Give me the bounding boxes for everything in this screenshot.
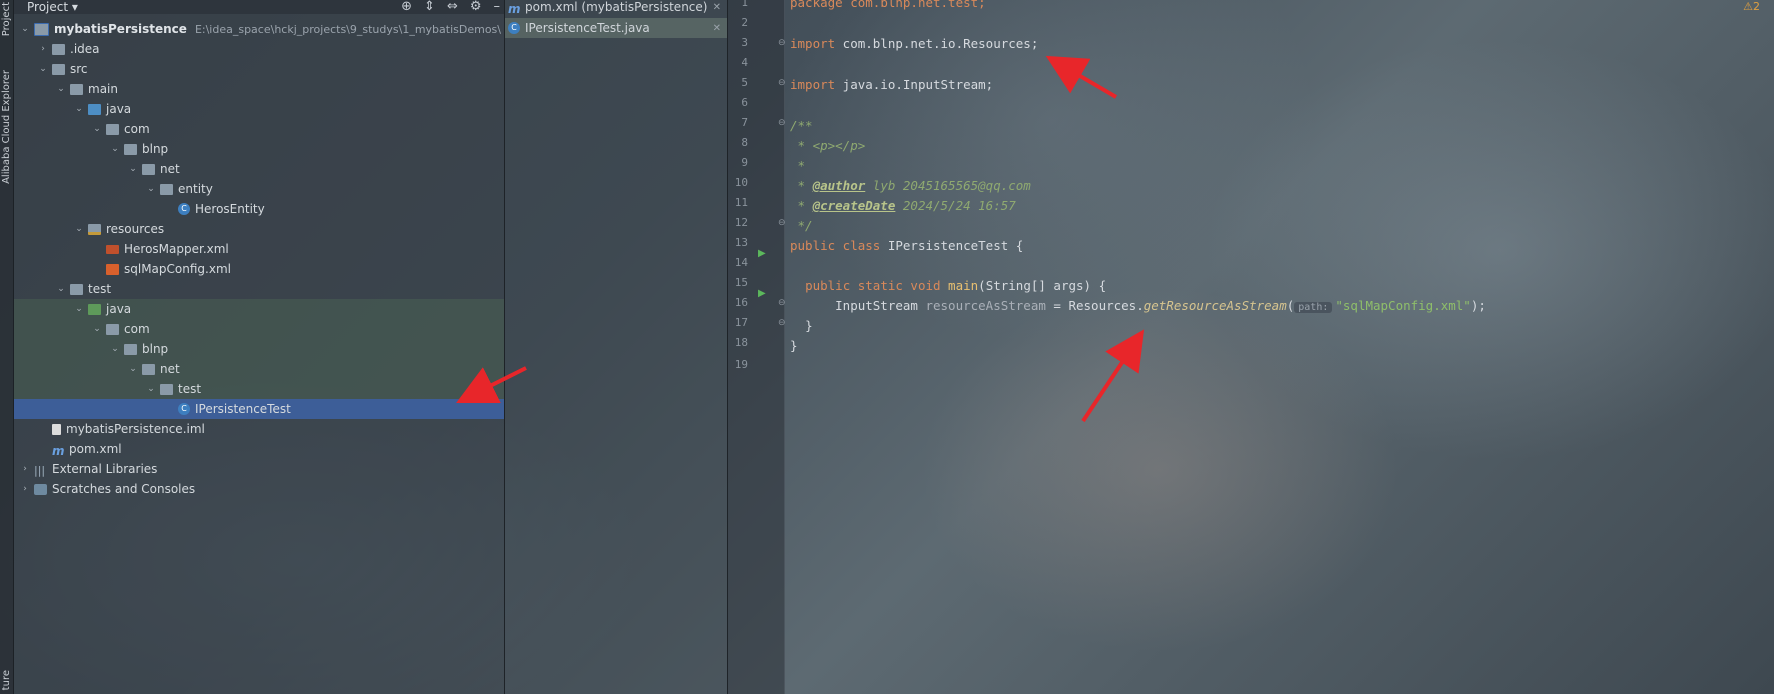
arrow-to-import <box>1045 55 1118 99</box>
annotation-arrows <box>456 55 1145 423</box>
arrow-to-tree-item <box>456 366 527 403</box>
arrow-to-resources-call <box>1081 329 1145 423</box>
